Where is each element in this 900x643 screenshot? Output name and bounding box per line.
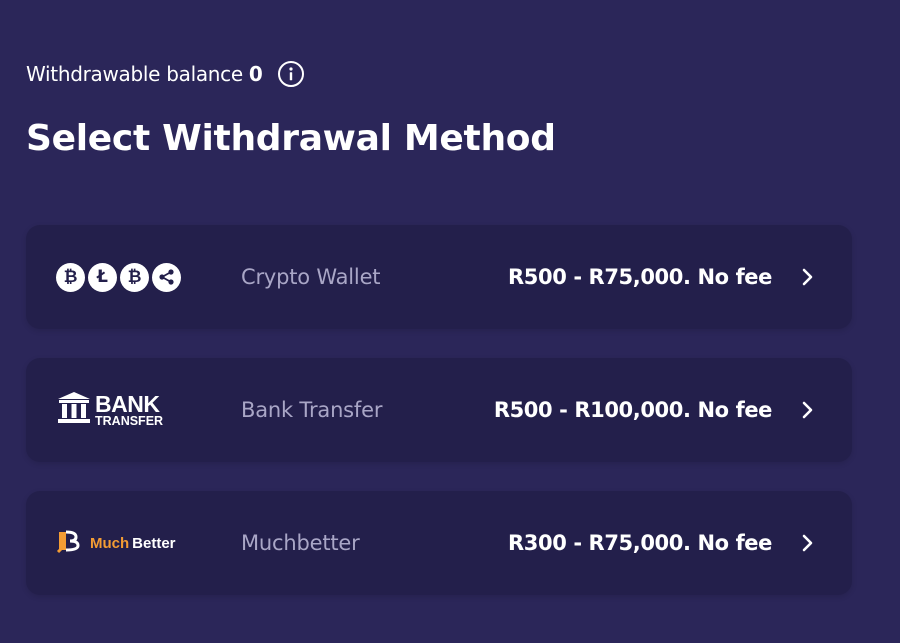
bank-logo-small: TRANSFER — [95, 413, 164, 428]
chevron-right-icon — [798, 400, 818, 420]
method-list: ₿ Ł ₿ Crypto Wallet R500 - R75,000. No f… — [26, 225, 852, 624]
bitcoin-icon: ₿ — [56, 262, 85, 292]
litecoin-icon: Ł — [88, 262, 117, 292]
method-range: R500 - R100,000. No fee — [493, 398, 773, 422]
page-title: Select Withdrawal Method — [26, 118, 556, 159]
muchbetter-much: Much — [90, 534, 130, 552]
method-crypto-wallet[interactable]: ₿ Ł ₿ Crypto Wallet R500 - R75,000. No f… — [26, 225, 852, 329]
method-name: Muchbetter — [241, 531, 360, 555]
method-range: R300 - R75,000. No fee — [508, 531, 772, 555]
bank-transfer-logo: BANK TRANSFER — [56, 358, 163, 462]
method-bank-transfer[interactable]: BANK TRANSFER Bank Transfer R500 - R100,… — [26, 358, 852, 462]
method-name: Bank Transfer — [241, 398, 383, 422]
muchbetter-b-icon — [56, 528, 82, 558]
ripple-icon — [152, 262, 181, 292]
bank-building-icon — [56, 391, 92, 429]
balance-label: Withdrawable balance — [26, 62, 243, 86]
crypto-logos: ₿ Ł ₿ — [56, 225, 184, 329]
balance-value: 0 — [248, 62, 263, 86]
method-name: Crypto Wallet — [241, 265, 381, 289]
info-icon[interactable] — [278, 61, 305, 87]
method-muchbetter[interactable]: Much Better Muchbetter R300 - R75,000. No… — [26, 491, 852, 595]
bitcoin-cash-icon: ₿ — [120, 262, 149, 292]
bank-logo-big: BANK — [95, 390, 160, 417]
muchbetter-logo: Much Better — [56, 491, 176, 595]
chevron-right-icon — [798, 533, 818, 553]
balance-row: Withdrawable balance 0 — [26, 58, 305, 90]
chevron-right-icon — [798, 267, 818, 287]
muchbetter-better: Better — [132, 534, 176, 552]
method-range: R500 - R75,000. No fee — [508, 265, 772, 289]
